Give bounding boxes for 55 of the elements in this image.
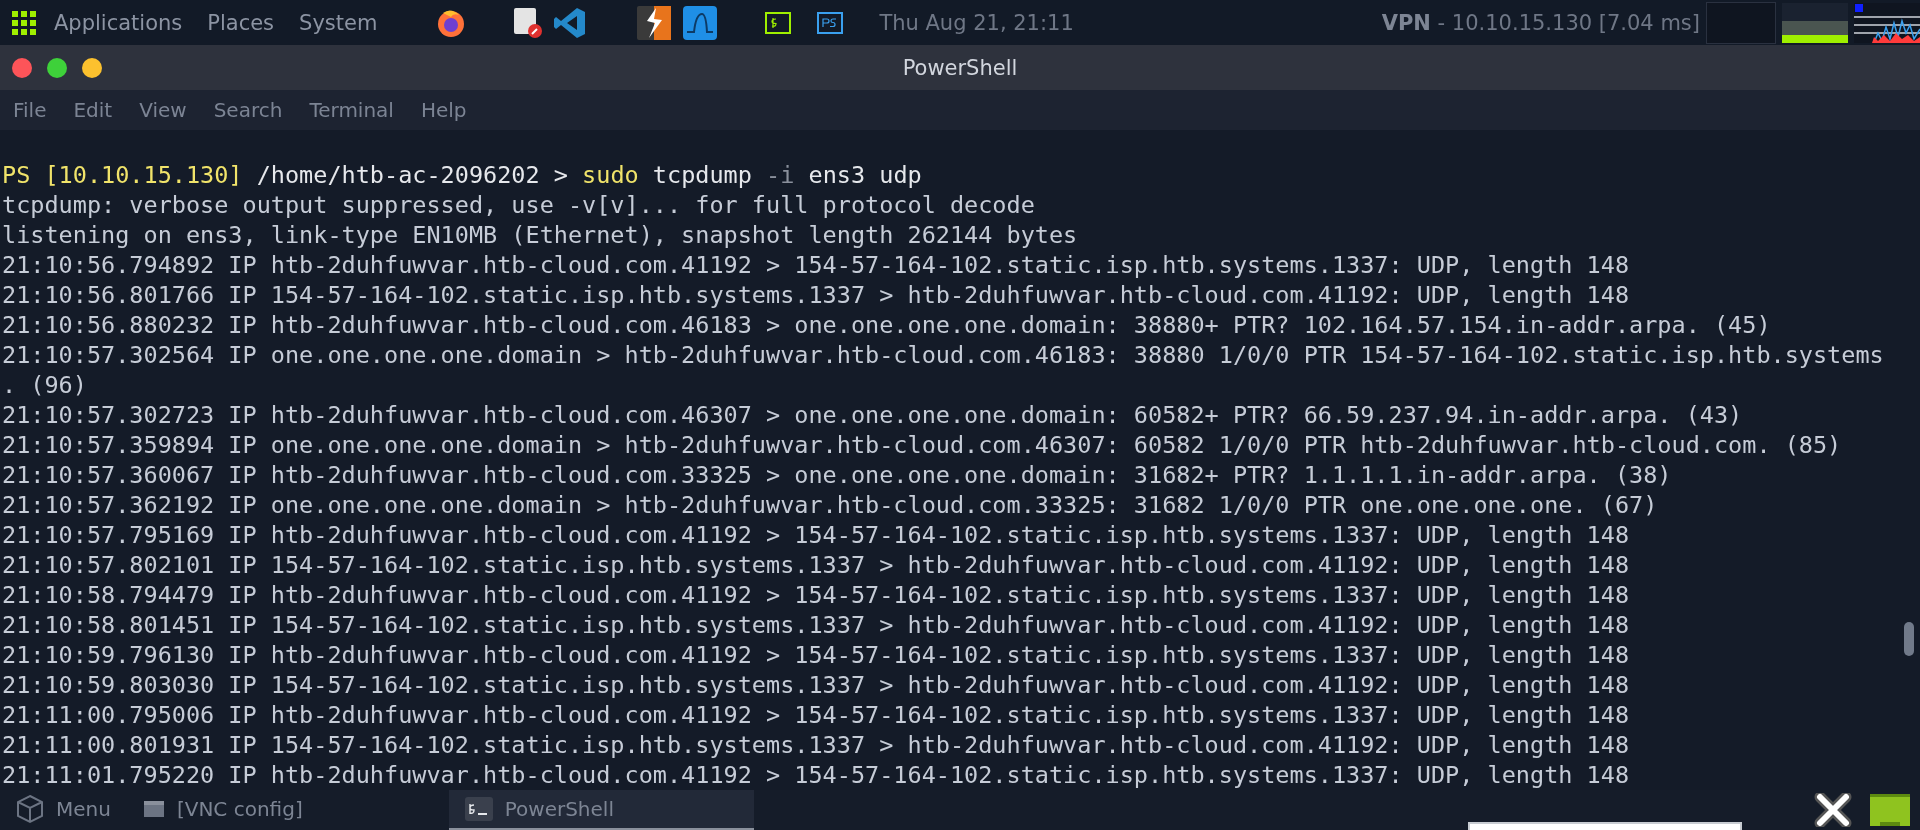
output-line: 21:10:58.794479 IP htb-2duhfuwvar.htb-cloud.com.41192 > 154-57-164-102.static.isp.htb.systems.1337: UDP, length 148 xyxy=(2,580,1630,610)
clock: Thu Aug 21, 21:11 xyxy=(879,10,1074,35)
output-line: 21:10:56.794892 IP htb-2duhfuwvar.htb-cloud.com.41192 > 154-57-164-102.static.isp.htb.systems.1337: UDP, length 148 xyxy=(2,250,1630,280)
output-line: tcpdump: verbose output suppressed, use -v[v]... for full protocol decode xyxy=(2,190,1035,220)
powershell-launcher-icon[interactable] xyxy=(817,11,844,34)
output-line: 21:11:01.795220 IP htb-2duhfuwvar.htb-cloud.com.41192 > 154-57-164-102.static.isp.htb.systems.1337: UDP, length 148 xyxy=(2,760,1630,790)
output-line: 21:10:57.359894 IP one.one.one.one.domain > htb-2duhfuwvar.htb-cloud.com.46307: 60582 1/0/0 PTR htb-2duhfuwvar.htb-cloud.com. (85) xyxy=(2,430,1842,460)
menubar-entry[interactable]: Terminal xyxy=(309,98,394,122)
taskbar-item[interactable]: PowerShell xyxy=(448,790,754,830)
output-line: 21:10:59.796130 IP htb-2duhfuwvar.htb-cloud.com.41192 > 154-57-164-102.static.isp.htb.systems.1337: UDP, length 148 xyxy=(2,640,1630,670)
cube-icon xyxy=(16,794,44,824)
minimize-button[interactable] xyxy=(82,57,102,78)
output-line: 21:10:57.362192 IP one.one.one.one.domain > htb-2duhfuwvar.htb-cloud.com.33325: 31682 1/0/0 PTR one.one.one.one. (67) xyxy=(2,490,1658,520)
output-line: 21:10:58.801451 IP 154-57-164-102.static.isp.htb.systems.1337 > htb-2duhfuwvar.htb-cloud.com.41192: UDP, length 148 xyxy=(2,610,1630,640)
output-line: . (96) xyxy=(2,370,87,400)
vpn-status: VPN - 10.10.15.130 [7.04 ms] xyxy=(1381,10,1700,35)
taskbar-label: PowerShell xyxy=(504,797,614,821)
menubar-entry[interactable]: Edit xyxy=(73,98,113,122)
output-line: 21:10:57.302723 IP htb-2duhfuwvar.htb-cloud.com.46307 > one.one.one.one.domain: 60582+ PTR? 66.59.237.94.in-addr.arpa. (43) xyxy=(2,400,1743,430)
menubar-entry[interactable]: Help xyxy=(420,98,467,122)
prompt-line: PS [10.10.15.130] /home/htb-ac-2096202 > sudo tcpdump -i ens3 udp xyxy=(2,160,922,190)
output-line: 21:10:57.302564 IP one.one.one.one.domain > htb-2duhfuwvar.htb-cloud.com.46183: 38880 1/0/0 PTR 154-57-164-102.static.isp.htb.systems xyxy=(2,340,1884,370)
menubar-entry[interactable]: Search xyxy=(213,98,283,122)
panel-menu[interactable]: Places xyxy=(207,10,275,35)
close-icon[interactable] xyxy=(1814,793,1852,827)
menubar-entry[interactable]: File xyxy=(13,98,47,122)
terminal-icon xyxy=(464,797,493,821)
taskbar-item[interactable]: [VNC config] xyxy=(126,790,319,830)
panel-menu[interactable]: Applications xyxy=(54,10,183,35)
scrollbar-thumb[interactable] xyxy=(1904,622,1914,656)
code-editor-icon[interactable] xyxy=(553,5,588,40)
taskbar-label: Menu xyxy=(56,797,111,821)
output-line: 21:10:56.880232 IP htb-2duhfuwvar.htb-cloud.com.46183 > one.one.one.one.domain: 38880+ PTR? 102.164.57.154.in-addr.arpa. (45) xyxy=(2,310,1771,340)
output-line: 21:11:00.801931 IP 154-57-164-102.static.isp.htb.systems.1337 > htb-2duhfuwvar.htb-cloud.com.41192: UDP, length 148 xyxy=(2,730,1630,760)
output-line: 21:10:57.802101 IP 154-57-164-102.static.isp.htb.systems.1337 > htb-2duhfuwvar.htb-cloud.com.41192: UDP, length 148 xyxy=(2,550,1630,580)
desktop-icon[interactable] xyxy=(1870,793,1910,827)
panel-menu[interactable]: System xyxy=(299,10,378,35)
shark-fin-app-icon[interactable] xyxy=(683,5,718,40)
notes-app-icon[interactable] xyxy=(513,6,544,39)
window-title: PowerShell xyxy=(901,55,1019,80)
terminal-launcher-icon[interactable] xyxy=(765,11,792,34)
maximize-button[interactable] xyxy=(47,57,67,78)
output-line: 21:10:57.795169 IP htb-2duhfuwvar.htb-cloud.com.41192 > 154-57-164-102.static.isp.htb.systems.1337: UDP, length 148 xyxy=(2,520,1630,550)
output-line: 21:10:57.360067 IP htb-2duhfuwvar.htb-cloud.com.33325 > one.one.one.one.domain: 31682+ PTR? 1.1.1.1.in-addr.arpa. (38) xyxy=(2,460,1672,490)
taskbar-label: [VNC config] xyxy=(176,797,303,821)
output-line: 21:10:56.801766 IP 154-57-164-102.static.isp.htb.systems.1337 > htb-2duhfuwvar.htb-cloud.com.41192: UDP, length 148 xyxy=(2,280,1630,310)
output-line: 21:11:00.795006 IP htb-2duhfuwvar.htb-cloud.com.41192 > 154-57-164-102.static.isp.htb.systems.1337: UDP, length 148 xyxy=(2,700,1630,730)
output-line: listening on ens3, link-type EN10MB (Ethernet), snapshot length 262144 bytes xyxy=(2,220,1078,250)
window-icon xyxy=(142,800,165,818)
output-line: 21:10:59.803030 IP 154-57-164-102.static.isp.htb.systems.1337 > htb-2duhfuwvar.htb-cloud.com.41192: UDP, length 148 xyxy=(2,670,1630,700)
lightning-app-icon[interactable] xyxy=(637,5,672,40)
close-button[interactable] xyxy=(12,57,32,78)
apps-grid-icon[interactable] xyxy=(12,10,36,35)
taskbar-item[interactable]: Menu xyxy=(0,790,127,830)
menubar-entry[interactable]: View xyxy=(139,98,187,122)
